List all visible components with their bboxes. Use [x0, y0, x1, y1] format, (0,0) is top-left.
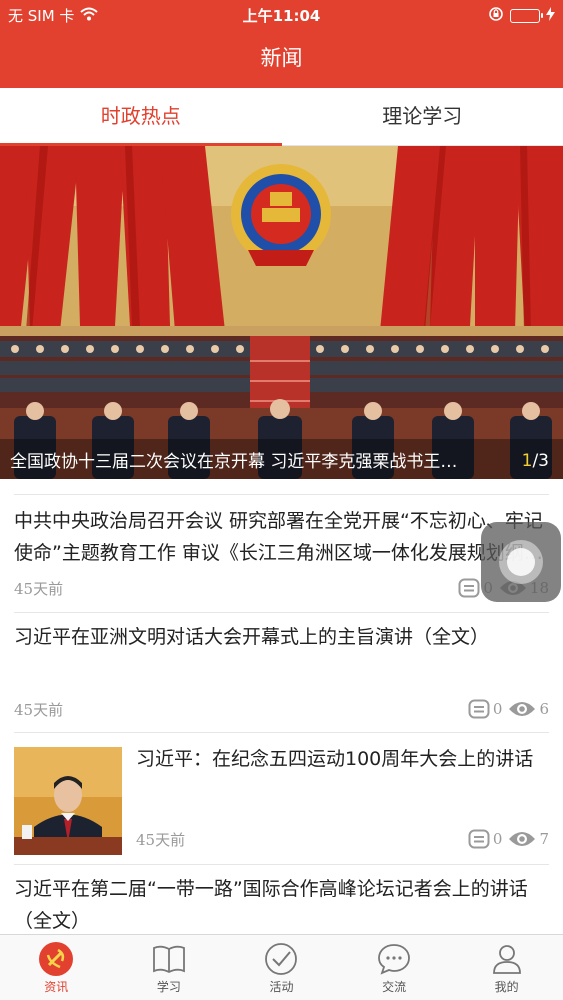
comment-icon [468, 699, 490, 719]
tabbar-label: 交流 [382, 980, 407, 994]
news-item[interactable]: 习近平在亚洲文明对话大会开幕式上的主旨演讲（全文） 45天前 0 6 [14, 612, 549, 732]
news-time: 45天前 [136, 831, 186, 849]
nav-bar: 新闻 [0, 30, 563, 88]
person-icon [450, 941, 563, 977]
pager-total: /3 [532, 451, 549, 471]
banner-carousel[interactable]: 全国政协十三届二次会议在京开幕 习近平李克强栗战书王沪宁赵乐际韩正王岐山到会祝贺… [0, 146, 563, 479]
news-thumbnail[interactable] [14, 747, 122, 855]
banner-caption[interactable]: 全国政协十三届二次会议在京开幕 习近平李克强栗战书王沪宁赵乐际韩正王岐山到会祝贺 [10, 447, 460, 472]
tabbar-label: 资讯 [44, 980, 69, 994]
tab-theory-study[interactable]: 理论学习 [282, 88, 563, 145]
assistive-touch-icon [499, 540, 543, 584]
party-emblem-icon [0, 941, 113, 977]
tabbar-item-news[interactable]: 资讯 [0, 935, 113, 1000]
assistive-touch-button[interactable] [481, 522, 561, 602]
pager-current: 1 [521, 451, 533, 471]
comment-count: 0 [468, 699, 503, 719]
eye-icon [508, 830, 536, 848]
tabbar-item-study[interactable]: 学习 [113, 935, 226, 1000]
view-count: 6 [508, 700, 549, 718]
tab-current-affairs[interactable]: 时政热点 [0, 88, 282, 146]
status-bar: 无 SIM 卡 上午11:04 [0, 0, 563, 30]
news-time: 45天前 [14, 580, 64, 598]
chat-bubble-icon [338, 941, 451, 977]
tabbar-item-me[interactable]: 我的 [450, 935, 563, 1000]
book-icon [113, 941, 226, 977]
tabbar-item-discuss[interactable]: 交流 [338, 935, 451, 1000]
rotation-lock-icon [488, 6, 504, 26]
comment-icon [458, 578, 480, 598]
view-count: 7 [508, 830, 549, 848]
check-circle-icon [225, 941, 338, 977]
news-time: 45天前 [14, 701, 64, 719]
comment-icon [468, 829, 490, 849]
tabbar-label: 我的 [494, 980, 519, 994]
charging-icon [546, 7, 555, 25]
news-title[interactable]: 习近平在亚洲文明对话大会开幕式上的主旨演讲（全文） [14, 621, 549, 653]
news-item[interactable]: 中共中央政治局召开会议 研究部署在全党开展“不忘初心、牢记使命”主题教育工作 审… [14, 494, 549, 612]
tabbar-label: 学习 [156, 980, 181, 994]
view-count-value: 6 [539, 700, 549, 718]
news-meta: 45天前 0 7 [136, 829, 549, 851]
comment-count-value: 0 [492, 700, 503, 718]
news-title[interactable]: 中共中央政治局召开会议 研究部署在全党开展“不忘初心、牢记使命”主题教育工作 审… [14, 505, 549, 569]
status-right [488, 6, 555, 26]
news-title[interactable]: 习近平在第二届“一带一路”国际合作高峰论坛记者会上的讲话 （全文） [14, 873, 549, 937]
tabbar-item-activity[interactable]: 活动 [225, 935, 338, 1000]
news-stats: 0 7 [468, 829, 549, 849]
view-count-value: 7 [539, 830, 549, 848]
bottom-tab-bar: 资讯 学习 活动 交流 我的 [0, 934, 563, 1000]
news-meta: 45天前 0 18 [14, 578, 549, 600]
page-title: 新闻 [260, 46, 303, 70]
news-stats: 0 6 [468, 699, 549, 719]
news-item[interactable]: 习近平在第二届“一带一路”国际合作高峰论坛记者会上的讲话 （全文） [14, 864, 549, 934]
news-title[interactable]: 习近平：在纪念五四运动100周年大会上的讲话 [136, 743, 549, 775]
banner-pager: 1/3 [522, 451, 549, 471]
eye-icon [508, 700, 536, 718]
battery-icon [510, 9, 543, 23]
news-item[interactable]: 习近平：在纪念五四运动100周年大会上的讲话 45天前 0 7 [14, 732, 549, 864]
news-meta: 45天前 0 6 [14, 699, 549, 721]
status-time: 上午11:04 [242, 7, 321, 25]
category-tabs: 时政热点 理论学习 [0, 88, 563, 146]
banner-image [0, 146, 563, 479]
comment-count: 0 [468, 829, 503, 849]
tabbar-label: 活动 [269, 980, 294, 994]
comment-count-value: 0 [492, 830, 503, 848]
